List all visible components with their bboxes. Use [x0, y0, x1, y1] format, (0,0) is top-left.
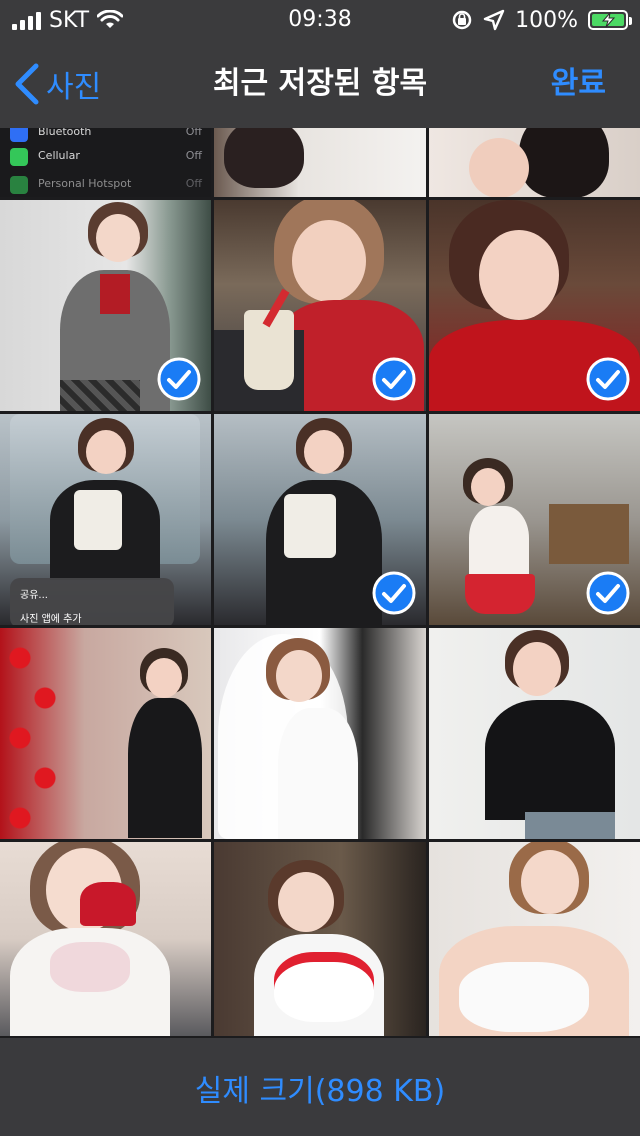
settings-row: Cellular Off — [8, 144, 208, 170]
selected-check-icon — [372, 571, 416, 615]
location-icon — [483, 9, 505, 31]
photo-2[interactable] — [214, 128, 426, 197]
status-right: 100% — [451, 6, 632, 34]
photo-7[interactable]: 공유... 사진 앱에 추가 — [0, 414, 211, 625]
cellular-icon — [10, 148, 28, 166]
hotspot-icon — [10, 176, 28, 194]
photo-8[interactable] — [214, 414, 426, 625]
battery-percent: 100% — [515, 7, 578, 33]
photo-9[interactable] — [429, 414, 640, 625]
status-bar: SKT 09:38 100% — [0, 0, 640, 40]
photo-3[interactable] — [429, 128, 640, 197]
nav-bar: 사진 최근 저장된 항목 완료 — [0, 40, 640, 128]
photo-12[interactable] — [429, 628, 640, 839]
selected-check-icon — [157, 357, 201, 401]
photo-11[interactable] — [214, 628, 426, 839]
photo-10[interactable] — [0, 628, 211, 839]
photo-1[interactable]: Bluetooth Off Cellular Off Personal Hots… — [0, 128, 211, 197]
bottom-toolbar: 실제 크기(898 KB) — [0, 1038, 640, 1136]
selected-check-icon — [586, 357, 630, 401]
selected-check-icon — [586, 571, 630, 615]
photo-4[interactable] — [0, 200, 211, 411]
orientation-lock-icon — [452, 10, 472, 30]
photo-5[interactable] — [214, 200, 426, 411]
selected-check-icon — [372, 357, 416, 401]
photo-15[interactable] — [429, 842, 640, 1036]
context-menu: 공유... 사진 앱에 추가 — [10, 578, 174, 625]
settings-row: Personal Hotspot Off — [8, 172, 208, 197]
done-button[interactable]: 완료 — [551, 64, 606, 104]
battery-icon — [588, 10, 632, 30]
actual-size-button[interactable]: 실제 크기(898 KB) — [0, 1072, 640, 1112]
photo-grid: Bluetooth Off Cellular Off Personal Hots… — [0, 0, 640, 1136]
photo-13[interactable] — [0, 842, 211, 1036]
photo-14[interactable] — [214, 842, 426, 1036]
photo-6[interactable] — [429, 200, 640, 411]
page-title: 최근 저장된 항목 — [212, 66, 428, 101]
